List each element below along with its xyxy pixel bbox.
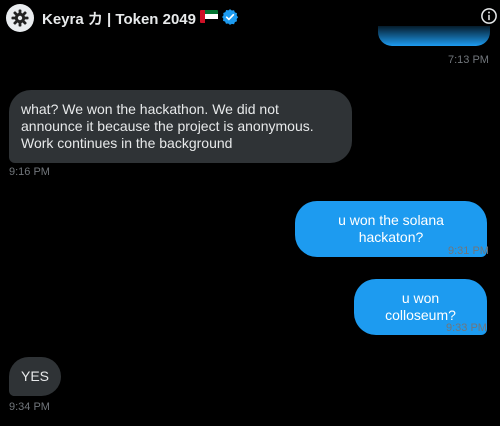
conversation-header: Keyra カ | Token 2049	[0, 0, 500, 34]
message-timestamp: 9:16 PM	[9, 166, 50, 178]
message-bubble-received[interactable]: YES	[9, 357, 61, 396]
dm-conversation: 7:13 PM Keyra カ | Token 2049 what? We wo…	[0, 0, 500, 426]
info-icon[interactable]	[480, 7, 498, 25]
verified-badge-icon	[222, 9, 239, 25]
avatar[interactable]	[6, 4, 34, 32]
gear-avatar-icon	[11, 9, 29, 27]
message-bubble-received[interactable]: what? We won the hackathon. We did not a…	[9, 90, 352, 163]
uae-flag-icon	[200, 10, 218, 23]
message-timestamp: 9:34 PM	[9, 401, 50, 413]
message-timestamp: 7:13 PM	[448, 54, 489, 66]
message-timestamp: 9:31 PM	[448, 245, 489, 257]
contact-name[interactable]: Keyra カ | Token 2049	[42, 8, 196, 29]
message-timestamp: 9:33 PM	[446, 322, 487, 334]
